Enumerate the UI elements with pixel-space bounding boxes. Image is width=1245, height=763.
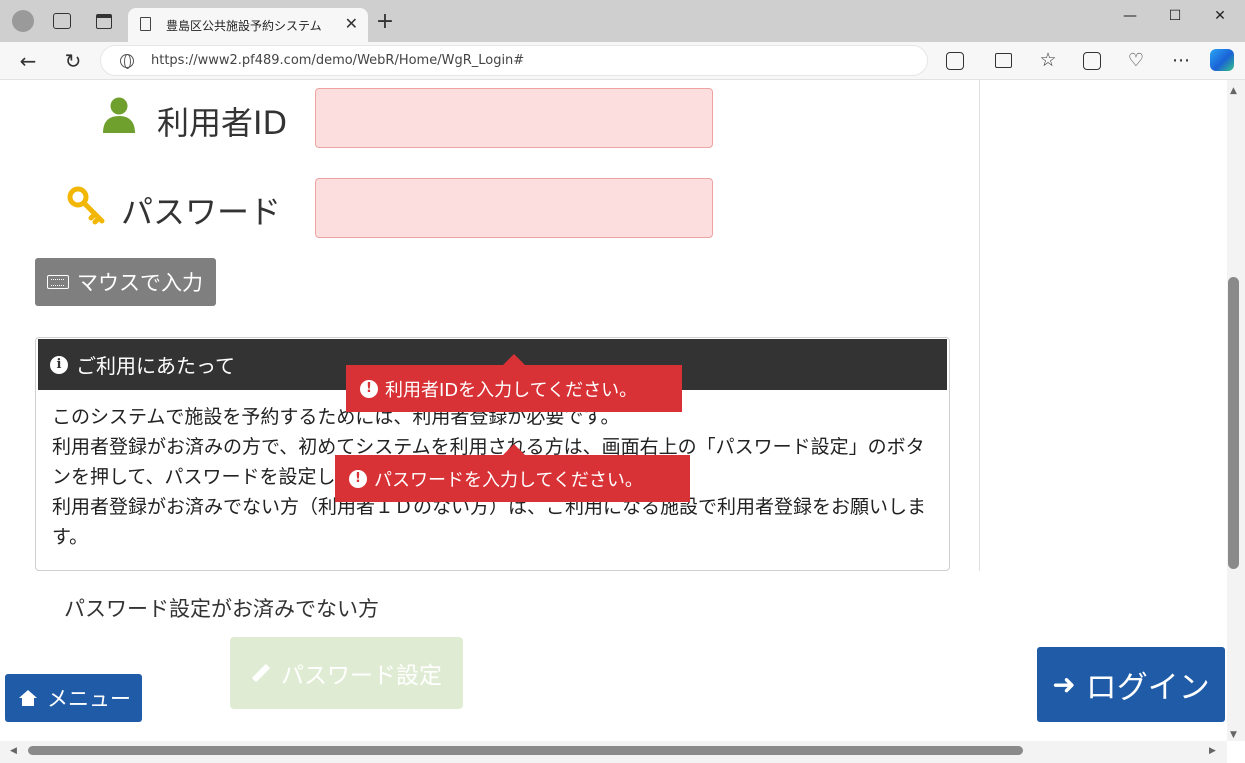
login-label: ログイン — [1085, 670, 1210, 706]
profile-icon[interactable] — [12, 10, 34, 32]
horizontal-scroll-thumb[interactable] — [28, 746, 1023, 755]
close-window-button[interactable]: ✕ — [1200, 4, 1240, 28]
mouse-input-label: マウスで入力 — [77, 271, 203, 295]
favorites-icon[interactable]: ☆ — [1038, 49, 1058, 71]
split-screen-icon[interactable] — [995, 53, 1012, 68]
password-setup-label: パスワード設定 — [281, 663, 442, 689]
password-label: パスワード — [121, 193, 282, 231]
info-icon: i — [50, 355, 68, 374]
user-id-label: 利用者ID — [157, 104, 288, 142]
column-divider — [979, 80, 980, 571]
workspaces-icon[interactable] — [53, 13, 71, 29]
vertical-scroll-thumb[interactable] — [1228, 277, 1239, 569]
password-input[interactable] — [315, 178, 713, 238]
password-setup-button[interactable]: パスワード設定 — [230, 637, 463, 709]
mouse-input-button[interactable]: マウスで入力 — [35, 258, 216, 306]
scroll-left-arrow[interactable]: ◀ — [10, 746, 17, 756]
error-icon: ! — [349, 469, 367, 488]
globe-icon — [120, 54, 134, 69]
password-error-text: パスワードを入力してください。 — [374, 469, 643, 491]
more-icon[interactable]: ⋯ — [1171, 50, 1191, 71]
reload-button[interactable]: ↻ — [62, 49, 84, 73]
sign-in-icon: ➜ — [1052, 668, 1076, 701]
url-text[interactable]: https://www2.pf489.com/demo/WebR/Home/Wg… — [151, 53, 524, 68]
address-bar[interactable]: https://www2.pf489.com/demo/WebR/Home/Wg… — [100, 45, 928, 76]
pencil-icon — [251, 663, 271, 683]
close-tab-icon[interactable]: ✕ — [345, 14, 358, 33]
maximize-button[interactable]: ☐ — [1155, 4, 1195, 28]
key-icon — [67, 186, 105, 225]
new-tab-button[interactable]: + — [374, 9, 396, 34]
scroll-right-arrow[interactable]: ▶ — [1209, 746, 1216, 756]
menu-button[interactable]: メニュー — [5, 674, 142, 722]
browser-tab-bar: 豊島区公共施設予約システム ✕ + — ☐ ✕ — [0, 0, 1245, 42]
collections-icon[interactable] — [1083, 52, 1101, 70]
keyboard-icon — [47, 275, 69, 289]
error-icon: ! — [360, 379, 378, 398]
scroll-down-arrow[interactable]: ▼ — [1230, 730, 1237, 740]
user-icon — [103, 97, 135, 133]
tab-title: 豊島区公共施設予約システム — [166, 19, 322, 33]
minimize-button[interactable]: — — [1110, 4, 1150, 28]
page-icon — [140, 17, 151, 31]
back-button[interactable]: ← — [17, 49, 39, 73]
active-tab[interactable]: 豊島区公共施設予約システム ✕ — [128, 8, 368, 42]
page-content: 利用者ID パスワード マウスで入力 i ご利用にあたって このシステムで施設を… — [0, 80, 1227, 741]
home-icon — [19, 690, 37, 706]
menu-label: メニュー — [47, 687, 131, 711]
user-id-input[interactable] — [315, 88, 713, 148]
extensions-icon[interactable] — [946, 52, 964, 70]
password-setup-note: パスワード設定がお済みでない方 — [64, 597, 379, 621]
user-id-error-tooltip: ! 利用者IDを入力してください。 — [346, 354, 682, 412]
login-button[interactable]: ➜ ログイン — [1037, 647, 1225, 722]
user-id-error-text: 利用者IDを入力してください。 — [385, 379, 638, 401]
password-error-tooltip: ! パスワードを入力してください。 — [335, 444, 690, 502]
performance-icon[interactable]: ♡ — [1126, 50, 1146, 71]
notice-title: ご利用にあたって — [76, 354, 235, 378]
scroll-up-arrow[interactable]: ▲ — [1230, 86, 1237, 96]
copilot-icon[interactable] — [1210, 49, 1234, 71]
tab-actions-icon[interactable] — [96, 14, 112, 29]
browser-toolbar: ← ↻ https://www2.pf489.com/demo/WebR/Hom… — [0, 42, 1245, 80]
